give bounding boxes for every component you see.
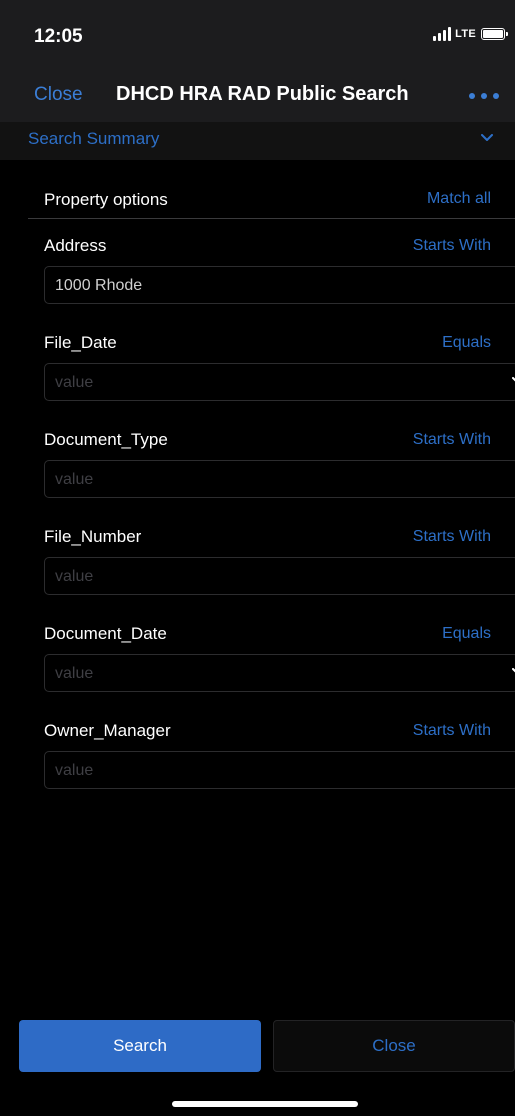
close-button[interactable]: Close [273,1020,515,1072]
property-options-label: Property options [44,190,168,209]
field-owner-manager: Owner_Manager Starts With value [44,721,515,791]
field-label: Document_Date [44,624,167,643]
input-value: 1000 Rhode [55,277,143,294]
divider [28,218,515,219]
document-date-dropdown[interactable]: value [44,654,515,692]
field-label: Address [44,236,107,255]
nav-bar: Close DHCD HRA RAD Public Search [0,72,515,122]
field-file-number: File_Number Starts With value [44,527,515,597]
field-document-date: Document_Date Equals value [44,624,515,694]
input-placeholder: value [55,665,94,682]
input-placeholder: value [55,471,94,488]
network-type: LTE [455,28,476,40]
search-summary-toggle[interactable]: Search Summary [0,122,515,160]
more-dots-icon[interactable] [469,93,499,99]
status-indicators: LTE [433,27,508,41]
file-number-input[interactable]: value [44,557,515,595]
operator-selector[interactable]: Equals [442,625,491,643]
nav-close-button[interactable]: Close [34,84,83,106]
file-date-dropdown[interactable]: value [44,363,515,401]
match-all-button[interactable]: Match all [427,190,491,208]
home-indicator[interactable] [172,1101,358,1107]
signal-bars-icon [433,27,452,41]
input-placeholder: value [55,374,94,391]
field-address: Address Starts With 1000 Rhode [44,236,515,306]
screen: 12:05 LTE Close DHCD HRA RAD Public Sear… [0,0,515,1116]
search-button[interactable]: Search [19,1020,261,1072]
chevron-down-icon [481,134,493,141]
field-label: Document_Type [44,430,168,449]
field-document-type: Document_Type Starts With value [44,430,515,500]
operator-selector[interactable]: Starts With [413,528,491,546]
operator-selector[interactable]: Starts With [413,431,491,449]
operator-selector[interactable]: Starts With [413,722,491,740]
input-placeholder: value [55,762,94,779]
page-title: DHCD HRA RAD Public Search [116,83,409,105]
owner-manager-input[interactable]: value [44,751,515,789]
property-options-row: Property options Match all [28,180,515,219]
operator-selector[interactable]: Equals [442,334,491,352]
operator-selector[interactable]: Starts With [413,237,491,255]
battery-icon [481,28,508,40]
input-placeholder: value [55,568,94,585]
field-label: Owner_Manager [44,721,171,740]
address-input[interactable]: 1000 Rhode [44,266,515,304]
field-file-date: File_Date Equals value [44,333,515,403]
field-label: File_Number [44,527,142,546]
document-type-input[interactable]: value [44,460,515,498]
header-bar: 12:05 LTE Close DHCD HRA RAD Public Sear… [0,0,515,122]
field-label: File_Date [44,333,117,352]
status-time: 12:05 [34,26,83,47]
search-summary-label: Search Summary [28,129,160,148]
